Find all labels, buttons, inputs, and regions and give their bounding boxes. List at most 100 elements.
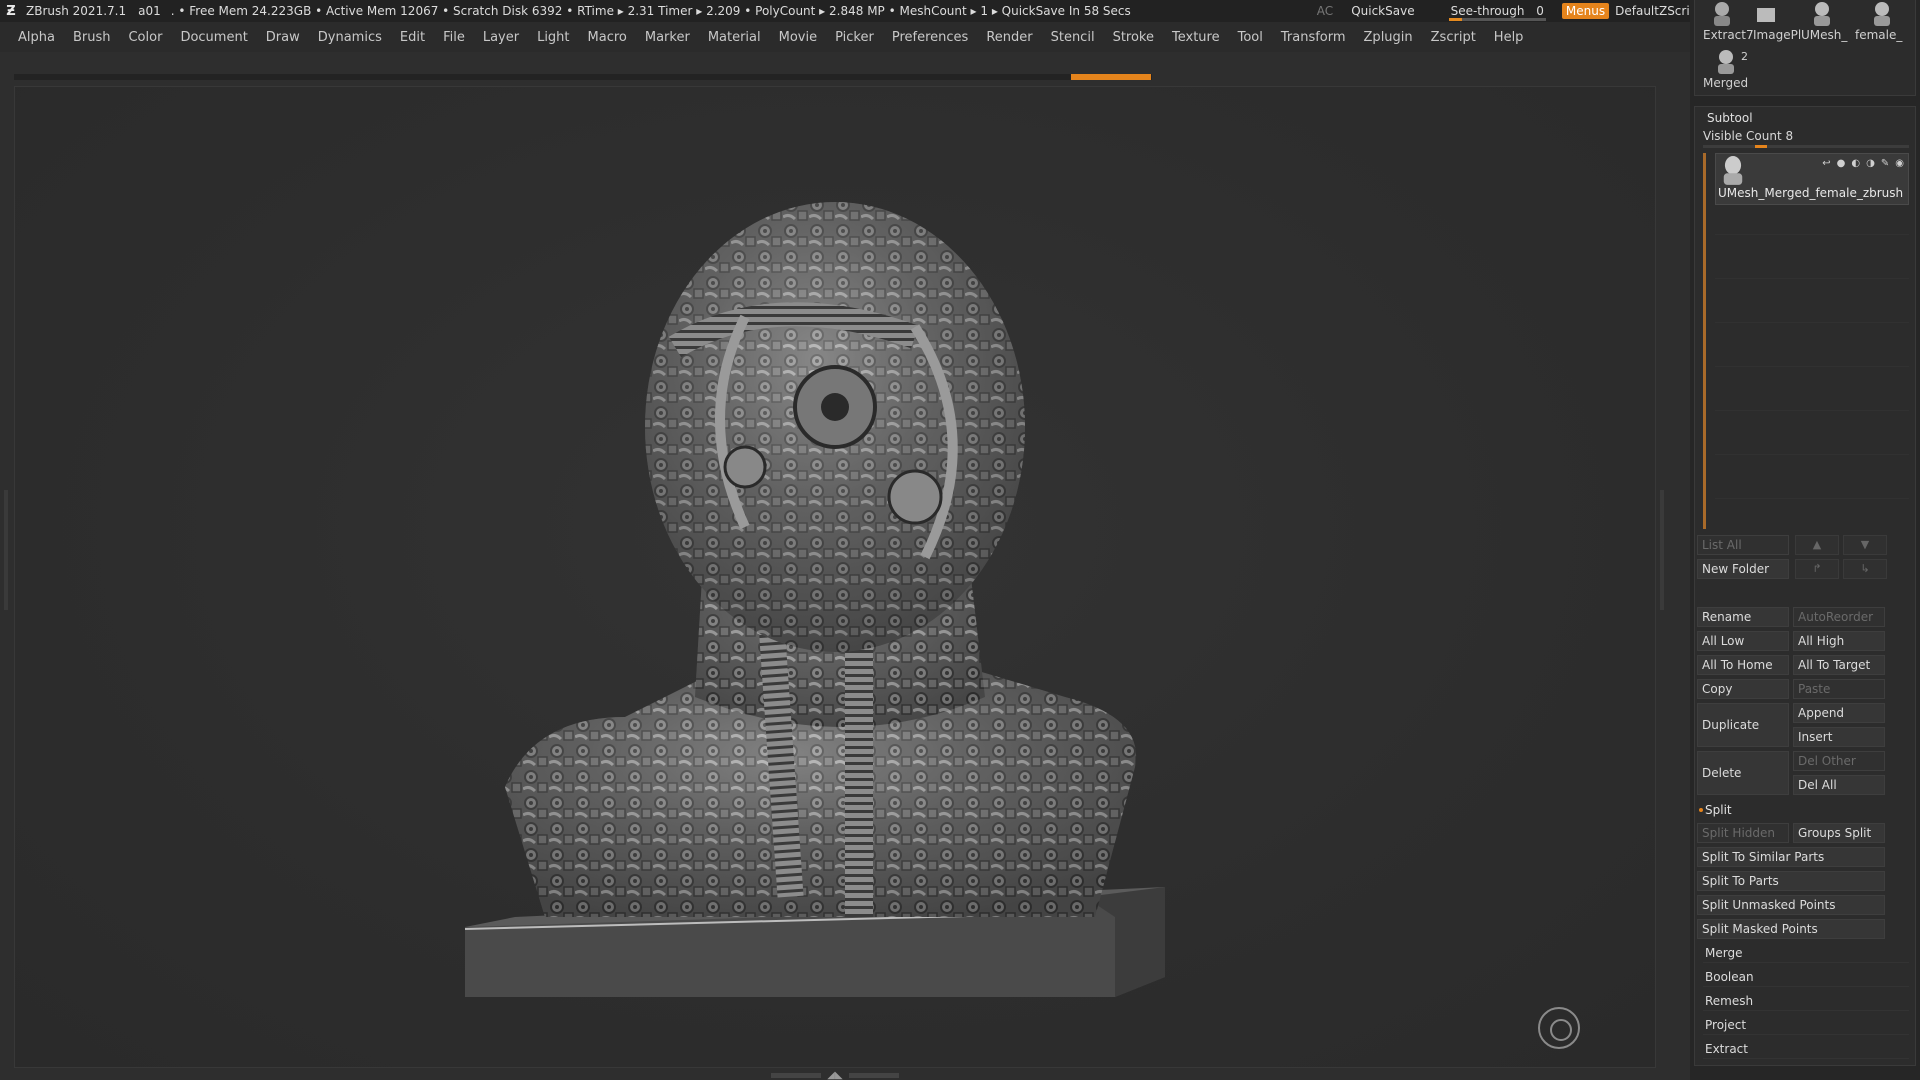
empty-subtool-slot — [1715, 387, 1909, 411]
all-low-button[interactable]: All Low — [1697, 631, 1789, 651]
menu-brush[interactable]: Brush — [64, 30, 120, 45]
polypaint-icon[interactable]: ◐ — [1851, 158, 1860, 169]
split-masked-points-button[interactable]: Split Masked Points — [1697, 919, 1885, 939]
menu-marker[interactable]: Marker — [636, 30, 699, 45]
list-all-button[interactable]: List All — [1697, 535, 1789, 555]
visible-count-slider[interactable] — [1703, 145, 1909, 148]
menu-picker[interactable]: Picker — [826, 30, 883, 45]
tool-thumbnails: Extract7 ImagePl UMesh_ female_ 2 Merged — [1694, 0, 1916, 96]
menu-transform[interactable]: Transform — [1272, 30, 1355, 45]
expand-up-icon[interactable]: ◢◣ — [827, 1070, 842, 1080]
menu-alpha[interactable]: Alpha — [0, 30, 64, 45]
sculpted-bust-model[interactable] — [445, 197, 1245, 1080]
empty-subtool-slot — [1715, 475, 1909, 499]
tool-thumb-label-3: UMesh_ — [1801, 28, 1848, 42]
folder-arrow-icon[interactable]: ↩ — [1822, 158, 1830, 169]
menu-tool[interactable]: Tool — [1229, 30, 1272, 45]
autoreorder-button[interactable]: AutoReorder — [1793, 607, 1885, 627]
menu-zscript[interactable]: Zscript — [1422, 30, 1485, 45]
tool-thumb-umesh[interactable] — [1811, 2, 1833, 28]
material-icon[interactable]: ◑ — [1866, 158, 1875, 169]
right-tray-handle[interactable] — [1660, 490, 1664, 610]
del-other-button[interactable]: Del Other — [1793, 751, 1885, 771]
groups-split-button[interactable]: Groups Split — [1793, 823, 1885, 843]
subtool-palette: Subtool Visible Count 8 ↩ ● ◐ ◑ ✎ ◉ UMes… — [1694, 106, 1916, 1066]
tool-thumb-label-1: Extract7 — [1703, 28, 1754, 42]
menus-toggle[interactable]: Menus — [1561, 3, 1610, 19]
menu-movie[interactable]: Movie — [770, 30, 826, 45]
menu-draw[interactable]: Draw — [257, 30, 309, 45]
ac-button[interactable]: AC — [1317, 4, 1333, 18]
remesh-section[interactable]: Remesh — [1703, 991, 1909, 1011]
menu-render[interactable]: Render — [977, 30, 1041, 45]
brush-icon[interactable]: ✎ — [1881, 158, 1889, 169]
menu-file[interactable]: File — [434, 30, 474, 45]
boolean-section[interactable]: Boolean — [1703, 967, 1909, 987]
tool-thumb-imageplane[interactable] — [1755, 2, 1777, 28]
folder-up-icon[interactable]: ↱ — [1795, 559, 1839, 579]
tool-thumb-merged[interactable] — [1715, 50, 1737, 76]
all-high-button[interactable]: All High — [1793, 631, 1885, 651]
subtool-item[interactable]: ↩ ● ◐ ◑ ✎ ◉ UMesh_Merged_female_zbrush — [1715, 153, 1909, 205]
menu-layer[interactable]: Layer — [474, 30, 528, 45]
folder-down-icon[interactable]: ↳ — [1843, 559, 1887, 579]
tool-thumb-female[interactable] — [1871, 2, 1893, 28]
menu-document[interactable]: Document — [171, 30, 256, 45]
app-version: ZBrush 2021.7.1 — [26, 4, 127, 18]
split-unmasked-points-button[interactable]: Split Unmasked Points — [1697, 895, 1885, 915]
move-down-arrow-icon[interactable]: ▼ — [1843, 535, 1887, 555]
menu-help[interactable]: Help — [1485, 30, 1533, 45]
main-menu-bar: Alpha Brush Color Document Draw Dynamics… — [0, 22, 1690, 52]
move-up-arrow-icon[interactable]: ▲ — [1795, 535, 1839, 555]
append-button[interactable]: Append — [1793, 703, 1885, 723]
subtool-list: ↩ ● ◐ ◑ ✎ ◉ UMesh_Merged_female_zbrush — [1703, 151, 1909, 531]
delete-button[interactable]: Delete — [1697, 751, 1789, 795]
extract-section[interactable]: Extract — [1703, 1039, 1909, 1059]
menu-light[interactable]: Light — [528, 30, 578, 45]
canvas-viewport[interactable] — [14, 86, 1656, 1068]
new-folder-button[interactable]: New Folder — [1697, 559, 1789, 579]
subtool-thumbnail — [1723, 156, 1743, 185]
title-bar: Ƶ ZBrush 2021.7.1 a01 . • Free Mem 24.22… — [0, 0, 1920, 22]
insert-button[interactable]: Insert — [1793, 727, 1885, 747]
split-section-header[interactable]: Split — [1699, 803, 1732, 817]
menu-stroke[interactable]: Stroke — [1104, 30, 1163, 45]
menu-preferences[interactable]: Preferences — [883, 30, 977, 45]
all-to-target-button[interactable]: All To Target — [1793, 655, 1885, 675]
see-through-value: 0 — [1536, 4, 1544, 18]
all-to-home-button[interactable]: All To Home — [1697, 655, 1789, 675]
empty-subtool-slot — [1715, 299, 1909, 323]
menu-texture[interactable]: Texture — [1163, 30, 1229, 45]
default-zscript-button[interactable]: DefaultZScript — [1615, 4, 1702, 18]
merge-section[interactable]: Merge — [1703, 943, 1909, 963]
project-section[interactable]: Project — [1703, 1015, 1909, 1035]
toggle-on-icon[interactable]: ● — [1837, 158, 1846, 169]
eye-icon[interactable]: ◉ — [1895, 158, 1904, 169]
menu-stencil[interactable]: Stencil — [1042, 30, 1104, 45]
duplicate-button[interactable]: Duplicate — [1697, 703, 1789, 747]
menu-color[interactable]: Color — [119, 30, 171, 45]
paste-button[interactable]: Paste — [1793, 679, 1885, 699]
progress-indicator — [1071, 74, 1151, 80]
copy-button[interactable]: Copy — [1697, 679, 1789, 699]
menu-macro[interactable]: Macro — [579, 30, 636, 45]
navigation-gizmo-icon[interactable] — [1538, 1007, 1580, 1049]
rename-button[interactable]: Rename — [1697, 607, 1789, 627]
subtool-list-scrollbar[interactable] — [1703, 153, 1706, 529]
menu-dynamics[interactable]: Dynamics — [309, 30, 391, 45]
bottom-tray-handle[interactable]: ◢◣ — [770, 1070, 900, 1080]
menu-edit[interactable]: Edit — [391, 30, 434, 45]
subtool-title[interactable]: Subtool — [1707, 111, 1753, 125]
menu-zplugin[interactable]: Zplugin — [1355, 30, 1422, 45]
menu-material[interactable]: Material — [699, 30, 770, 45]
subtool-item-icons: ↩ ● ◐ ◑ ✎ ◉ — [1822, 158, 1904, 169]
split-to-parts-button[interactable]: Split To Parts — [1697, 871, 1885, 891]
zbrush-logo-icon: Ƶ — [6, 3, 16, 19]
split-to-similar-parts-button[interactable]: Split To Similar Parts — [1697, 847, 1885, 867]
quicksave-button[interactable]: QuickSave — [1351, 4, 1414, 18]
left-tray-handle[interactable] — [4, 490, 8, 610]
see-through-slider[interactable]: See-through 0 — [1443, 4, 1552, 21]
split-hidden-button[interactable]: Split Hidden — [1697, 823, 1789, 843]
del-all-button[interactable]: Del All — [1793, 775, 1885, 795]
tool-thumb-extract7[interactable] — [1711, 2, 1733, 28]
